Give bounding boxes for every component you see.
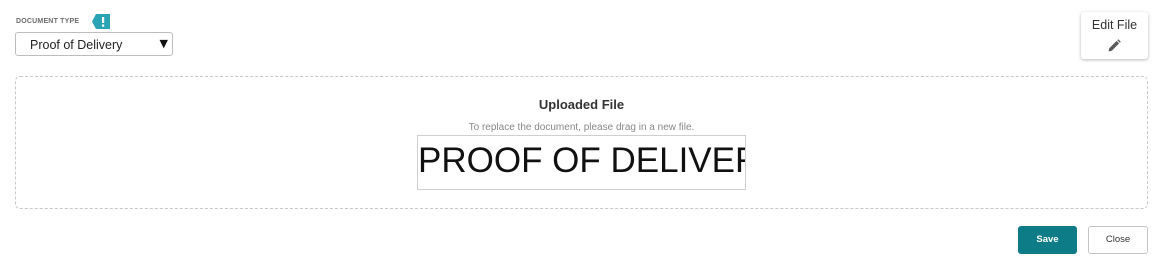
edit-file-button[interactable]: Edit File xyxy=(1081,12,1148,59)
caret-down-icon: ▼ xyxy=(159,37,168,50)
uploaded-file-title: Uploaded File xyxy=(538,97,625,112)
document-type-select[interactable]: Proof of Delivery ▼ xyxy=(15,32,173,56)
edit-file-label: Edit File xyxy=(1091,18,1138,32)
pencil-icon xyxy=(1108,39,1121,52)
save-button[interactable]: Save xyxy=(1018,226,1077,254)
close-button[interactable]: Close xyxy=(1088,226,1148,254)
file-preview-text: PROOF OF DELIVERY xyxy=(418,141,745,180)
document-type-label: DOCUMENT TYPE xyxy=(16,18,80,25)
uploaded-file-instruction: To replace the document, please drag in … xyxy=(468,122,695,133)
exclamation-flag-icon xyxy=(92,14,110,29)
file-drop-zone[interactable]: Uploaded File To replace the document, p… xyxy=(15,76,1148,209)
uploaded-file-preview: PROOF OF DELIVERY xyxy=(417,135,746,190)
document-type-selected-value: Proof of Delivery xyxy=(30,38,123,52)
